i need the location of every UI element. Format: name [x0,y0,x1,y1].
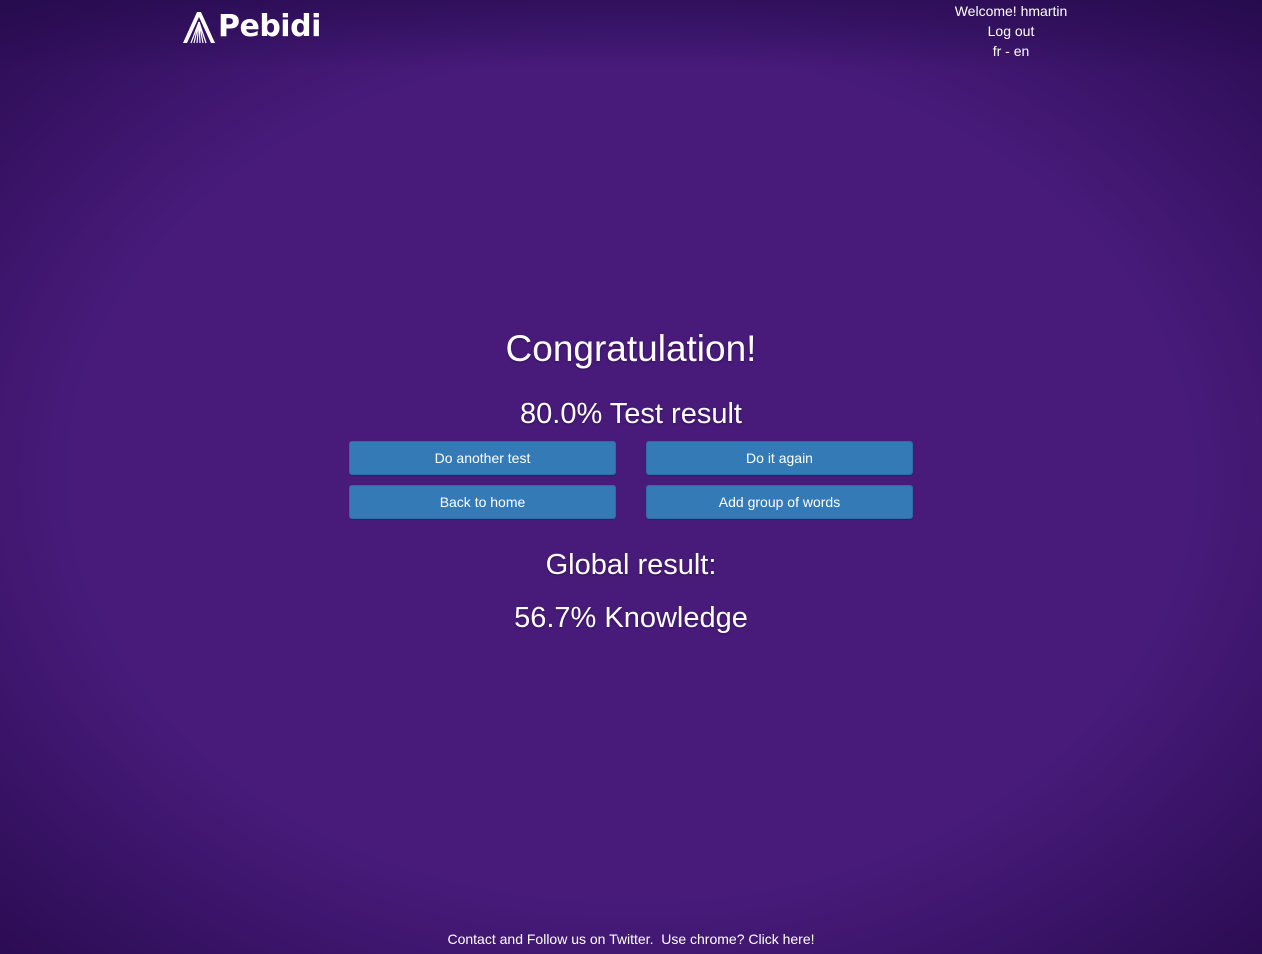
twitter-link[interactable]: Follow us on Twitter [527,931,650,947]
lang-fr-link[interactable]: fr [993,43,1002,59]
welcome-text: Welcome! hmartin [954,3,1068,19]
user-panel: Welcome! hmartin Log out fr - en [940,1,1082,61]
add-group-of-words-button[interactable]: Add group of words [646,485,913,519]
language-switcher: fr - en [940,41,1082,61]
global-result-label: Global result: [545,549,717,581]
back-to-home-button[interactable]: Back to home [349,485,616,519]
footer-and-text: and [495,931,527,947]
knowledge-result: 56.7% Knowledge [514,602,748,634]
test-result: 80.0% Test result [520,398,742,430]
pebidi-logo-icon [183,12,215,44]
footer: Contact and Follow us on Twitter. Use ch… [0,929,1262,949]
background-vignette [0,0,1262,954]
lang-en-link[interactable]: en [1014,43,1030,59]
logo-text: Pebidi [218,9,321,44]
congrats-heading: Congratulation! [505,328,757,369]
do-it-again-button[interactable]: Do it again [646,441,913,475]
lang-separator: - [1001,43,1014,59]
footer-period: . [649,931,662,947]
chrome-link[interactable]: Use chrome? Click here! [661,931,814,947]
logo-link[interactable]: Pebidi [181,9,321,45]
contact-link[interactable]: Contact [447,931,495,947]
logout-link[interactable]: Log out [988,23,1035,39]
do-another-test-button[interactable]: Do another test [349,441,616,475]
